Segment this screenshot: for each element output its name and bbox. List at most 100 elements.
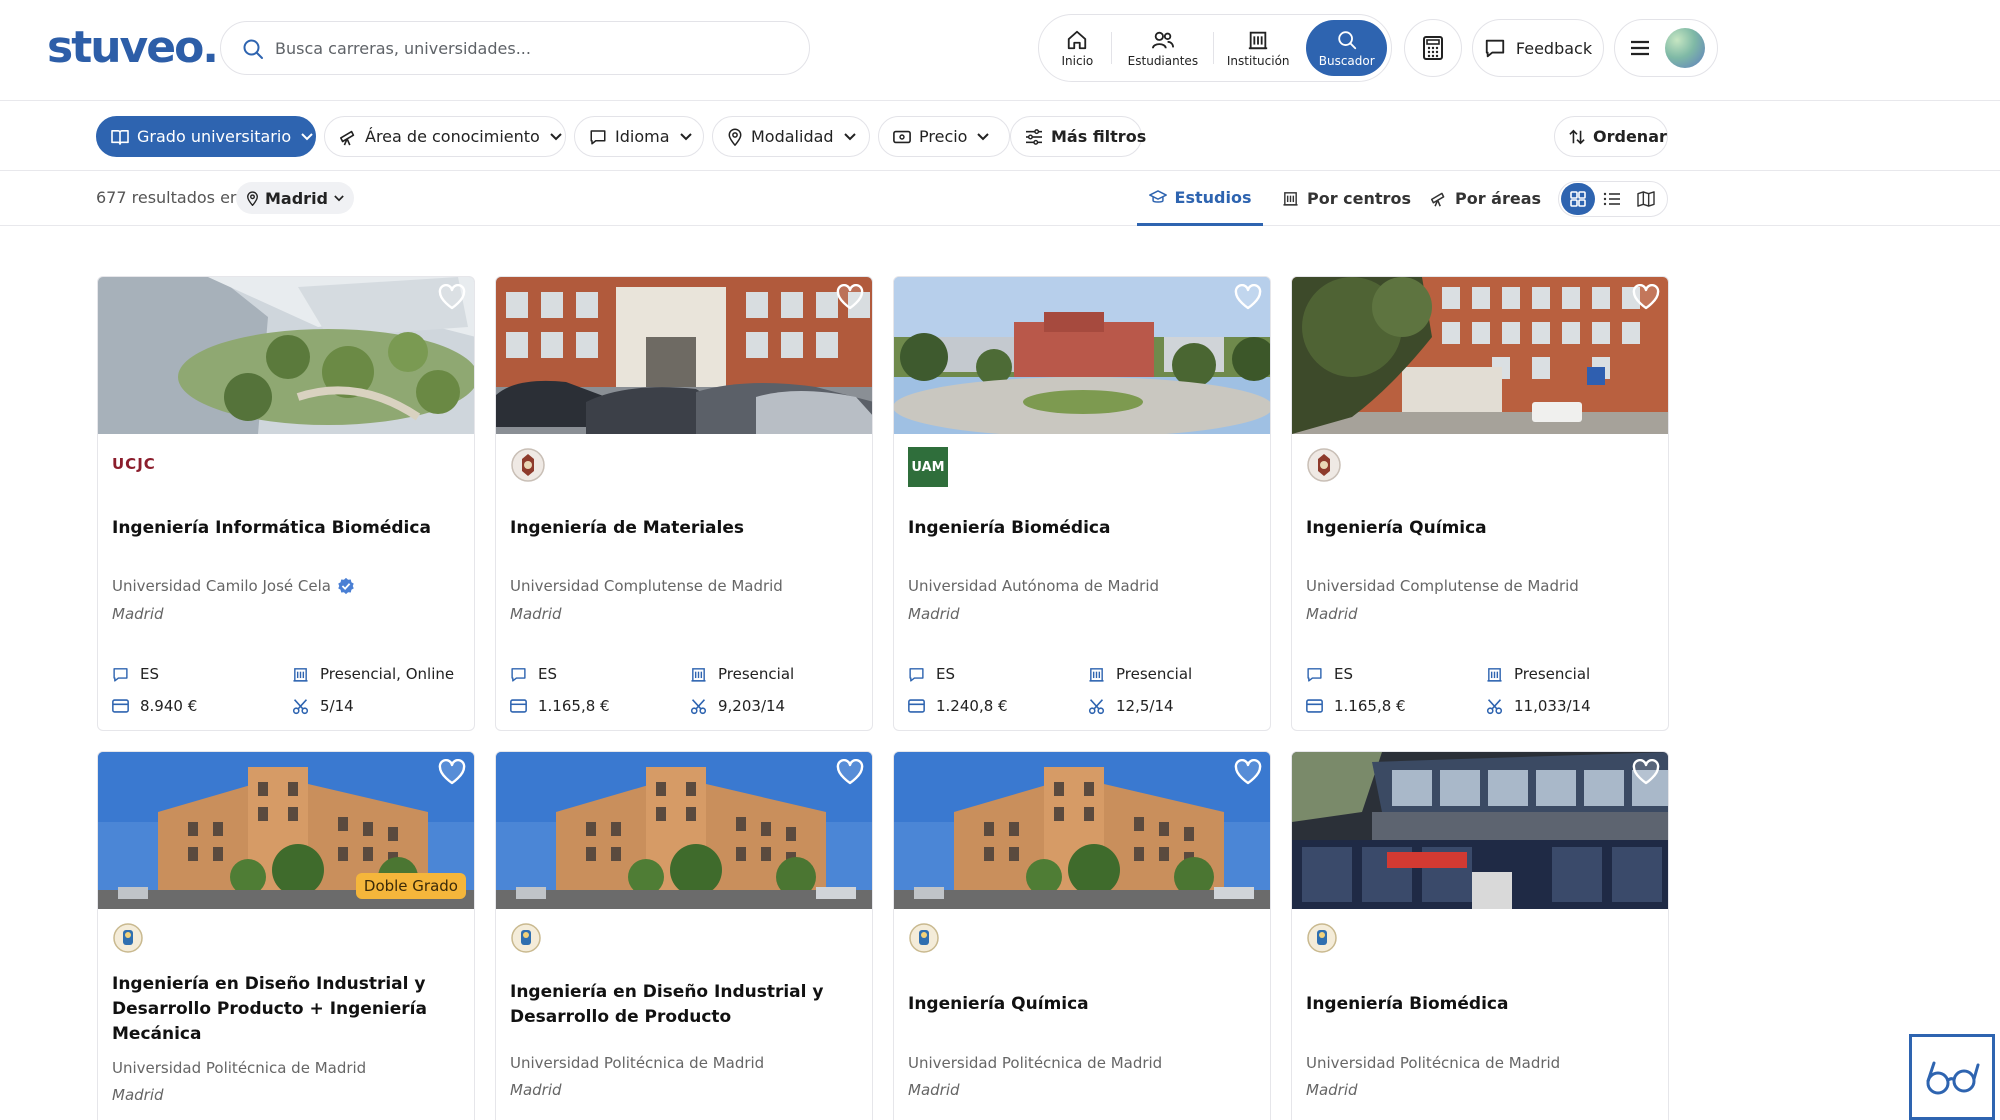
study-card[interactable]: UCJC Ingeniería Informática Biomédica Un… <box>97 276 475 731</box>
credit-card-icon <box>510 699 527 713</box>
study-card[interactable]: Ingeniería de Materiales Universidad Com… <box>495 276 873 731</box>
study-card[interactable]: Ingeniería Biomédica Universidad Politéc… <box>1291 751 1669 1120</box>
favorite-heart-icon[interactable] <box>1234 759 1262 785</box>
cutoff-text: 5/14 <box>320 697 354 715</box>
tab-por-areas[interactable]: Por áreas <box>1430 171 1541 226</box>
accessibility-widget-button[interactable] <box>1909 1034 1995 1120</box>
study-card[interactable]: Ingeniería en Diseño Industrial y Desarr… <box>495 751 873 1120</box>
favorite-heart-icon[interactable] <box>1632 284 1660 310</box>
filter-grado[interactable]: Grado universitario <box>96 116 316 157</box>
scissors-icon <box>1088 698 1105 715</box>
tab-por-centros[interactable]: Por centros <box>1282 171 1411 226</box>
feedback-label: Feedback <box>1515 38 1593 58</box>
sort-button[interactable]: Ordenar <box>1554 116 1668 157</box>
list-view-button[interactable] <box>1595 183 1629 215</box>
filter-area[interactable]: Área de conocimiento <box>324 116 566 157</box>
university-logo <box>1306 447 1342 483</box>
study-title[interactable]: Ingeniería en Diseño Industrial y Desarr… <box>510 980 860 1030</box>
search-box[interactable] <box>220 21 810 75</box>
city: Madrid <box>1306 605 1358 623</box>
filter-area-label: Área de conocimiento <box>365 127 540 146</box>
filter-idioma-label: Idioma <box>615 127 670 146</box>
modality-text: Presencial <box>718 665 795 683</box>
study-card[interactable]: Ingeniería Química Universidad Compluten… <box>1291 276 1669 731</box>
modality: Presencial <box>690 665 794 683</box>
price: 1.240,8 € <box>908 697 1008 715</box>
language: ES <box>908 665 955 683</box>
building-icon <box>1282 190 1299 207</box>
study-title[interactable]: Ingeniería Química <box>908 992 1258 1017</box>
home-icon <box>1066 29 1088 51</box>
location-selector[interactable]: Madrid <box>236 182 354 214</box>
filter-mas-filtros[interactable]: Más filtros <box>1010 116 1146 157</box>
nav-buscador[interactable]: Buscador <box>1306 20 1387 76</box>
nav-institucion[interactable]: Institución <box>1214 20 1302 76</box>
scissors-icon <box>1486 698 1503 715</box>
language-text: ES <box>140 665 159 683</box>
language: ES <box>112 665 159 683</box>
study-title[interactable]: Ingeniería de Materiales <box>510 516 860 541</box>
building-icon <box>1486 666 1503 683</box>
modality: Presencial <box>1486 665 1590 683</box>
cutoff-text: 9,203/14 <box>718 697 786 715</box>
nav-estudiantes[interactable]: Estudiantes <box>1112 20 1215 76</box>
search-input[interactable] <box>275 38 775 58</box>
tab-estudios[interactable]: Estudios <box>1137 171 1263 226</box>
study-title[interactable]: Ingeniería Química <box>1306 516 1656 541</box>
campus-photo <box>496 277 872 434</box>
map-view-button[interactable] <box>1629 183 1663 215</box>
chat-icon <box>908 666 925 683</box>
study-title[interactable]: Ingeniería en Diseño Industrial y Desarr… <box>112 972 462 1047</box>
study-title[interactable]: Ingeniería Biomédica <box>1306 992 1656 1017</box>
feedback-button[interactable]: Feedback <box>1472 19 1604 77</box>
favorite-heart-icon[interactable] <box>836 284 864 310</box>
filter-grado-label: Grado universitario <box>137 127 292 146</box>
hamburger-icon <box>1629 38 1651 58</box>
building-icon <box>1247 29 1269 51</box>
cutoff-text: 12,5/14 <box>1116 697 1174 715</box>
filter-precio[interactable]: Precio <box>878 116 1010 157</box>
university-name-text: Universidad Complutense de Madrid <box>1306 577 1579 595</box>
location-value: Madrid <box>265 188 328 208</box>
user-menu-button[interactable] <box>1614 19 1718 77</box>
stuveo-logo[interactable]: stuveo. <box>47 22 219 74</box>
credit-card-icon <box>112 699 129 713</box>
university-name: Universidad Complutense de Madrid <box>1306 577 1579 595</box>
main-nav: Inicio Estudiantes Institución Buscador <box>1038 14 1392 82</box>
chat-icon <box>112 666 129 683</box>
telescope-icon <box>339 128 357 146</box>
favorite-heart-icon[interactable] <box>1234 284 1262 310</box>
university-name: Universidad Camilo José Cela <box>112 577 355 595</box>
calculator-button[interactable] <box>1404 19 1462 77</box>
cutoff-grade: 5/14 <box>292 697 354 715</box>
favorite-heart-icon[interactable] <box>438 759 466 785</box>
university-logo <box>112 922 144 954</box>
price-text: 8.940 € <box>140 697 198 715</box>
filter-modalidad[interactable]: Modalidad <box>712 116 870 157</box>
modality: Presencial <box>1088 665 1192 683</box>
study-card[interactable]: UAM Ingeniería Biomédica Universidad Aut… <box>893 276 1271 731</box>
city: Madrid <box>908 1081 960 1099</box>
study-card[interactable]: Doble Grado Ingeniería en Diseño Industr… <box>97 751 475 1120</box>
university-name: Universidad Politécnica de Madrid <box>510 1054 764 1072</box>
study-card[interactable]: Ingeniería Química Universidad Politécni… <box>893 751 1271 1120</box>
calculator-icon <box>1422 36 1444 60</box>
university-name-text: Universidad Camilo José Cela <box>112 577 331 595</box>
avatar[interactable] <box>1665 28 1705 68</box>
study-title[interactable]: Ingeniería Biomédica <box>908 516 1258 541</box>
favorite-heart-icon[interactable] <box>438 284 466 310</box>
nav-inicio[interactable]: Inicio <box>1043 20 1112 76</box>
chat-icon <box>589 128 607 146</box>
cutoff-text: 11,033/14 <box>1514 697 1591 715</box>
city: Madrid <box>908 605 960 623</box>
favorite-heart-icon[interactable] <box>836 759 864 785</box>
price: 8.940 € <box>112 697 197 715</box>
grid-view-button[interactable] <box>1561 183 1595 215</box>
filter-idioma[interactable]: Idioma <box>574 116 704 157</box>
study-title[interactable]: Ingeniería Informática Biomédica <box>112 516 462 541</box>
filter-precio-label: Precio <box>919 127 968 146</box>
filter-bar: Grado universitario Área de conocimiento… <box>0 101 2000 171</box>
favorite-heart-icon[interactable] <box>1632 759 1660 785</box>
modality-text: Presencial, Online <box>320 665 455 683</box>
campus-photo <box>1292 752 1668 909</box>
